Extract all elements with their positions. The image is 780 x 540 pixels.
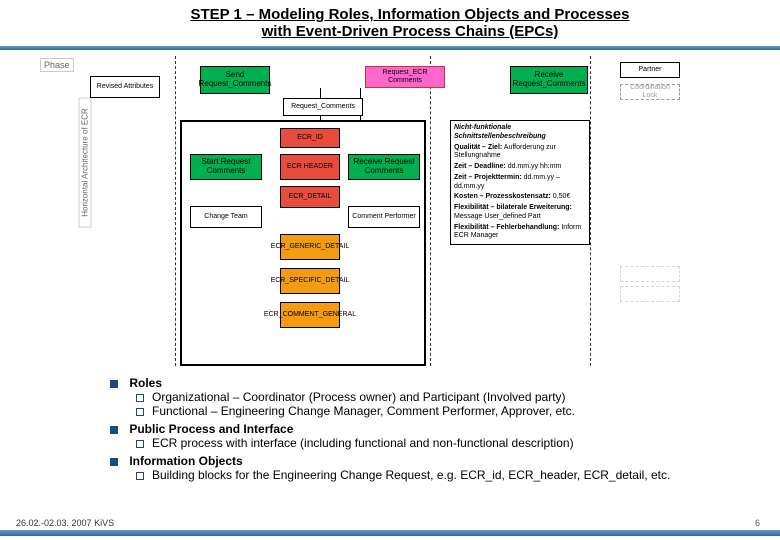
coordination-lock-box: Coordination Lock <box>620 84 680 100</box>
receive-request-top-box: Receive Request_Comments <box>510 66 588 94</box>
square-outline-icon <box>136 440 144 448</box>
ecr-comment-general-box: ECR_COMMENT_GENERAL <box>280 302 340 328</box>
footer-bar <box>0 530 780 536</box>
faded-box <box>620 286 680 302</box>
square-outline-icon <box>136 394 144 402</box>
footer-date: 26.02.-02.03. 2007 KiVS <box>16 518 114 528</box>
lane-divider <box>430 56 431 366</box>
desc-flex2-key: Flexibilität – Fehlerbehandlung: <box>454 224 559 231</box>
partner-box: Partner <box>620 62 680 78</box>
square-outline-icon <box>136 408 144 416</box>
title-divider <box>0 46 780 50</box>
square-bullet-icon <box>110 380 118 388</box>
ecr-generic-detail-box: ECR_GENERIC_DETAIL <box>280 234 340 260</box>
desc-kosten-key: Kosten – Prozesskostensatz: <box>454 193 551 200</box>
receive-request-mid-box: Receive Request Comments <box>348 154 420 180</box>
center-small-label: Request_Comments <box>283 98 363 116</box>
square-outline-icon <box>136 472 144 480</box>
square-bullet-icon <box>110 458 118 466</box>
slide-title: STEP 1 – Modeling Roles, Information Obj… <box>0 0 780 44</box>
faded-box <box>620 266 680 282</box>
info-objects-heading: Information Objects <box>129 454 242 468</box>
info-objects-item-1: Building blocks for the Engineering Chan… <box>152 468 670 482</box>
ecr-specific-detail-box: ECR_SPECIFIC_DETAIL <box>280 268 340 294</box>
desc-flex1-val: Message User_defined Part <box>454 213 541 220</box>
ecr-header-box: ECR HEADER <box>280 154 340 180</box>
roles-heading: Roles <box>129 376 162 390</box>
square-bullet-icon <box>110 426 118 434</box>
revised-attr-box: Revised Attributes <box>90 76 160 98</box>
public-process-item-1: ECR process with interface (including fu… <box>152 436 574 450</box>
roles-item-1: Organizational – Coordinator (Process ow… <box>152 390 566 404</box>
desc-qual-key: Qualität – Ziel: <box>454 144 502 151</box>
desc-zeit2-key: Zeit – Projekttermin: <box>454 174 522 181</box>
vertical-axis-label: Horizontal Architecture of ECR <box>79 98 92 228</box>
title-line-2: with Event-Driven Process Chains (EPCs) <box>80 23 740 40</box>
lane-divider <box>175 56 176 366</box>
public-process-heading: Public Process and Interface <box>129 422 293 436</box>
bullet-section: Roles Organizational – Coordinator (Proc… <box>110 376 740 482</box>
start-request-box: Start Request Comments <box>190 154 262 180</box>
desc-zeit1-key: Zeit – Deadline: <box>454 163 506 170</box>
desc-kosten-val: 0,50€ <box>553 193 571 200</box>
ecr-detail-box: ECR_DETAIL <box>280 186 340 208</box>
change-team-box: Change Team <box>190 206 262 228</box>
footer: 26.02.-02.03. 2007 KiVS 6 <box>0 522 780 536</box>
lane-divider <box>590 56 591 366</box>
nonfunctional-desc-box: Nicht-funktionale Schnittstellenbeschrei… <box>450 120 590 245</box>
ecr-id-box: ECR_ID <box>280 128 340 148</box>
comment-performer-box: Comment Performer <box>348 206 420 228</box>
send-request-box: Send Request_Comments <box>200 66 270 94</box>
epc-diagram: Phase Horizontal Architecture of ECR Rev… <box>90 56 760 370</box>
desc-zeit1-val: dd.mm.yy hh:mm <box>508 163 562 170</box>
title-line-1: STEP 1 – Modeling Roles, Information Obj… <box>80 6 740 23</box>
footer-page: 6 <box>755 518 760 528</box>
desc-header: Nicht-funktionale Schnittstellenbeschrei… <box>454 124 586 142</box>
phase-label: Phase <box>40 58 74 72</box>
desc-flex1-key: Flexibilität – bilaterale Erweiterung: <box>454 204 572 211</box>
request-ecr-box: Request_ECR Comments <box>365 66 445 88</box>
roles-item-2: Functional – Engineering Change Manager,… <box>152 404 575 418</box>
